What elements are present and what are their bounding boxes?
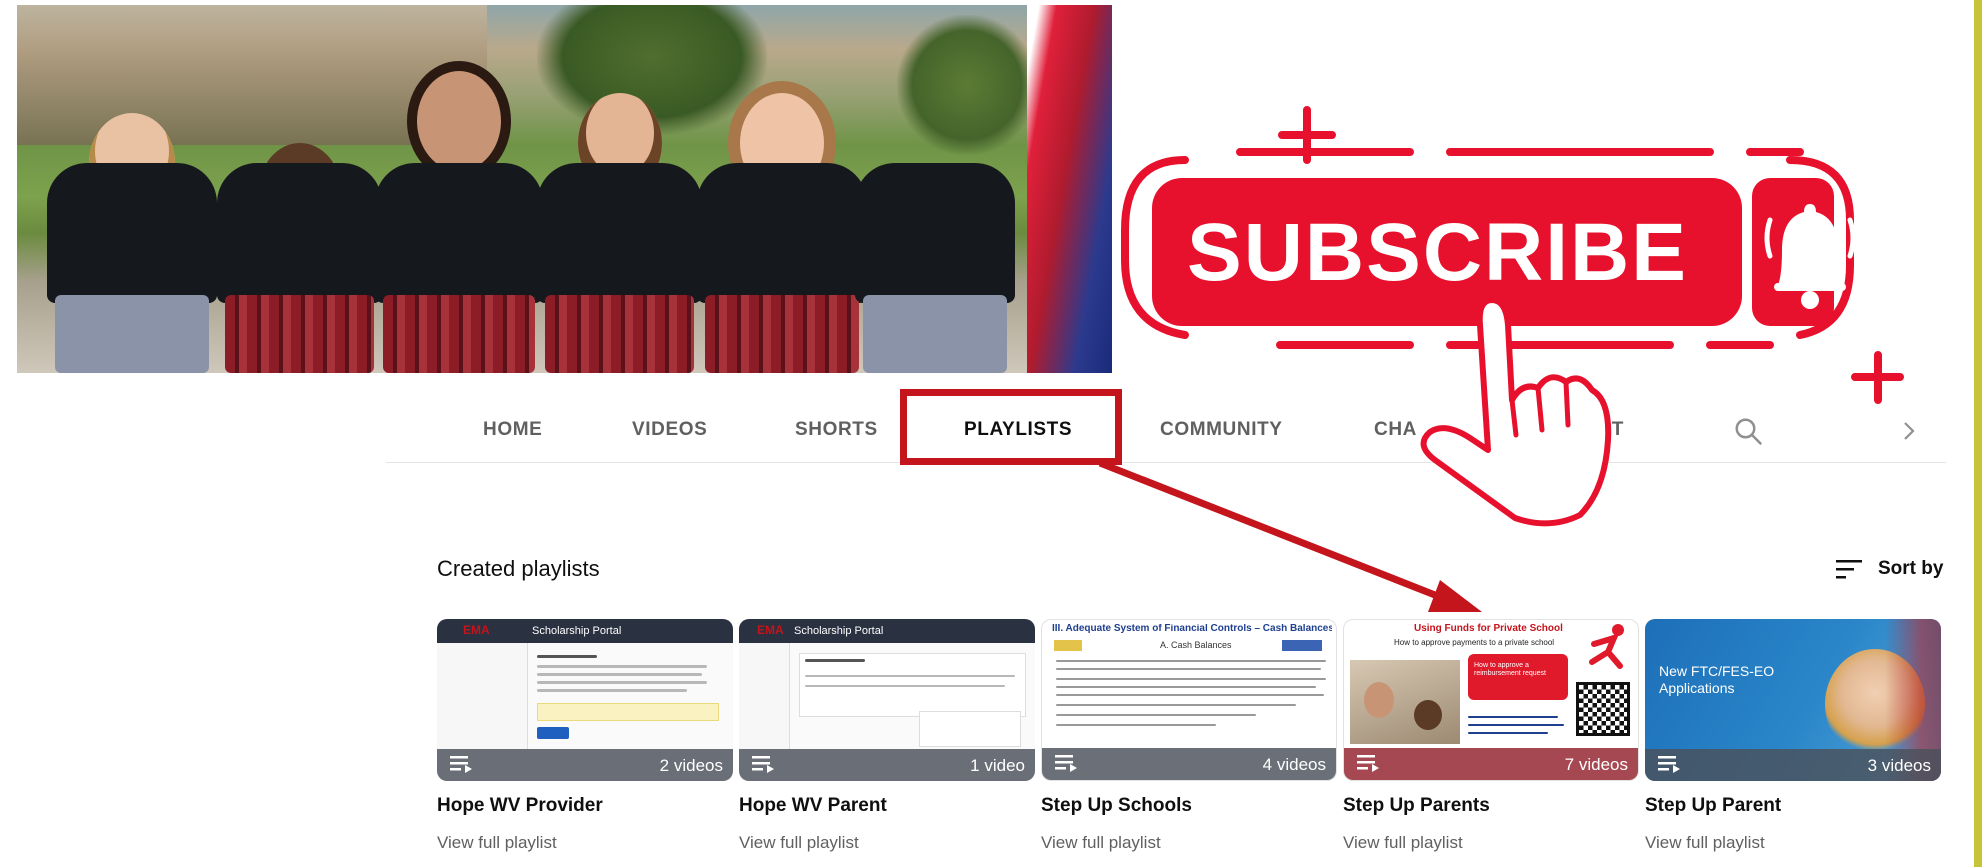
view-full-playlist-link[interactable]: View full playlist (437, 833, 733, 853)
view-full-playlist-link[interactable]: View full playlist (1645, 833, 1941, 853)
video-count: 3 videos (1867, 756, 1931, 775)
student-figure (47, 73, 217, 373)
thumb-callout: How to approve a reimbursement request (1474, 662, 1546, 677)
video-count: 7 videos (1564, 755, 1628, 774)
student-figure (697, 53, 867, 373)
tab-home[interactable]: HOME (483, 419, 542, 441)
playlist-icon (1055, 755, 1077, 772)
sort-by-label: Sort by (1878, 558, 1944, 579)
student-figure (375, 43, 543, 373)
pointer-hand-icon (1420, 297, 1612, 527)
playlist-thumbnail[interactable]: EMA Scholarship Portal 2 videos (437, 619, 733, 781)
thumb-logo: EMA (463, 623, 490, 637)
thumb-heading: Using Funds for Private School (1414, 623, 1563, 634)
thumb-sub: How to approve payments to a private sch… (1394, 638, 1555, 647)
thumb-heading: Scholarship Portal (532, 625, 622, 637)
subscribe-label: SUBSCRIBE (1187, 207, 1688, 298)
playlist-title[interactable]: Step Up Schools (1041, 795, 1337, 817)
video-count: 4 videos (1262, 755, 1326, 774)
playlist-title[interactable]: Hope WV Provider (437, 795, 733, 817)
channel-banner (17, 5, 1112, 373)
playlist-card[interactable]: EMA Scholarship Portal 1 video Hope WV P… (739, 619, 1035, 853)
banner-photo (17, 5, 1037, 373)
banner-stripe (1027, 5, 1112, 373)
sort-by-button[interactable]: Sort by (1836, 554, 1943, 584)
playlists-highlight-box (900, 389, 1122, 465)
playlist-card[interactable]: New FTC/FES-EO Applications 3 videos Ste… (1645, 619, 1941, 853)
thumb-logo: EMA (757, 623, 784, 637)
thumb-heading: III. Adequate System of Financial Contro… (1052, 624, 1332, 634)
playlist-icon (450, 756, 472, 773)
qr-code (1576, 682, 1630, 736)
playlist-thumbnail[interactable]: New FTC/FES-EO Applications 3 videos (1645, 619, 1941, 781)
playlist-title[interactable]: Step Up Parents (1343, 795, 1639, 817)
playlist-card[interactable]: EMA Scholarship Portal 2 videos Hope WV … (437, 619, 733, 853)
playlist-title[interactable]: Hope WV Parent (739, 795, 1035, 817)
view-full-playlist-link[interactable]: View full playlist (1343, 833, 1639, 853)
view-full-playlist-link[interactable]: View full playlist (1041, 833, 1337, 853)
student-figure (217, 83, 382, 373)
playlist-icon (1658, 756, 1680, 773)
view-full-playlist-link[interactable]: View full playlist (739, 833, 1035, 853)
sort-icon (1836, 560, 1862, 579)
subscribe-graphic[interactable]: SUBSCRIBE (1110, 100, 1950, 530)
playlist-card[interactable]: Using Funds for Private School How to ap… (1343, 619, 1639, 853)
playlist-icon (1357, 755, 1379, 772)
student-figure (855, 103, 1015, 373)
tab-videos[interactable]: VIDEOS (632, 419, 707, 441)
section-title: Created playlists (437, 556, 600, 581)
edge-strip (1974, 0, 1982, 867)
video-count: 2 videos (659, 756, 723, 775)
video-count: 1 video (970, 756, 1025, 775)
playlist-card[interactable]: III. Adequate System of Financial Contro… (1041, 619, 1337, 853)
playlist-thumbnail[interactable]: Using Funds for Private School How to ap… (1343, 619, 1639, 781)
thumb-heading: Scholarship Portal (794, 625, 884, 637)
tab-shorts[interactable]: SHORTS (795, 419, 878, 441)
playlist-thumbnail[interactable]: III. Adequate System of Financial Contro… (1041, 619, 1337, 781)
student-figure (537, 53, 702, 373)
playlist-icon (752, 756, 774, 773)
thumb-sub: A. Cash Balances (1160, 640, 1232, 650)
thumb-heading: New FTC/FES-EO Applications (1659, 663, 1775, 696)
playlist-title[interactable]: Step Up Parent (1645, 795, 1941, 817)
playlist-thumbnail[interactable]: EMA Scholarship Portal 1 video (739, 619, 1035, 781)
runner-logo-icon (1589, 624, 1624, 669)
